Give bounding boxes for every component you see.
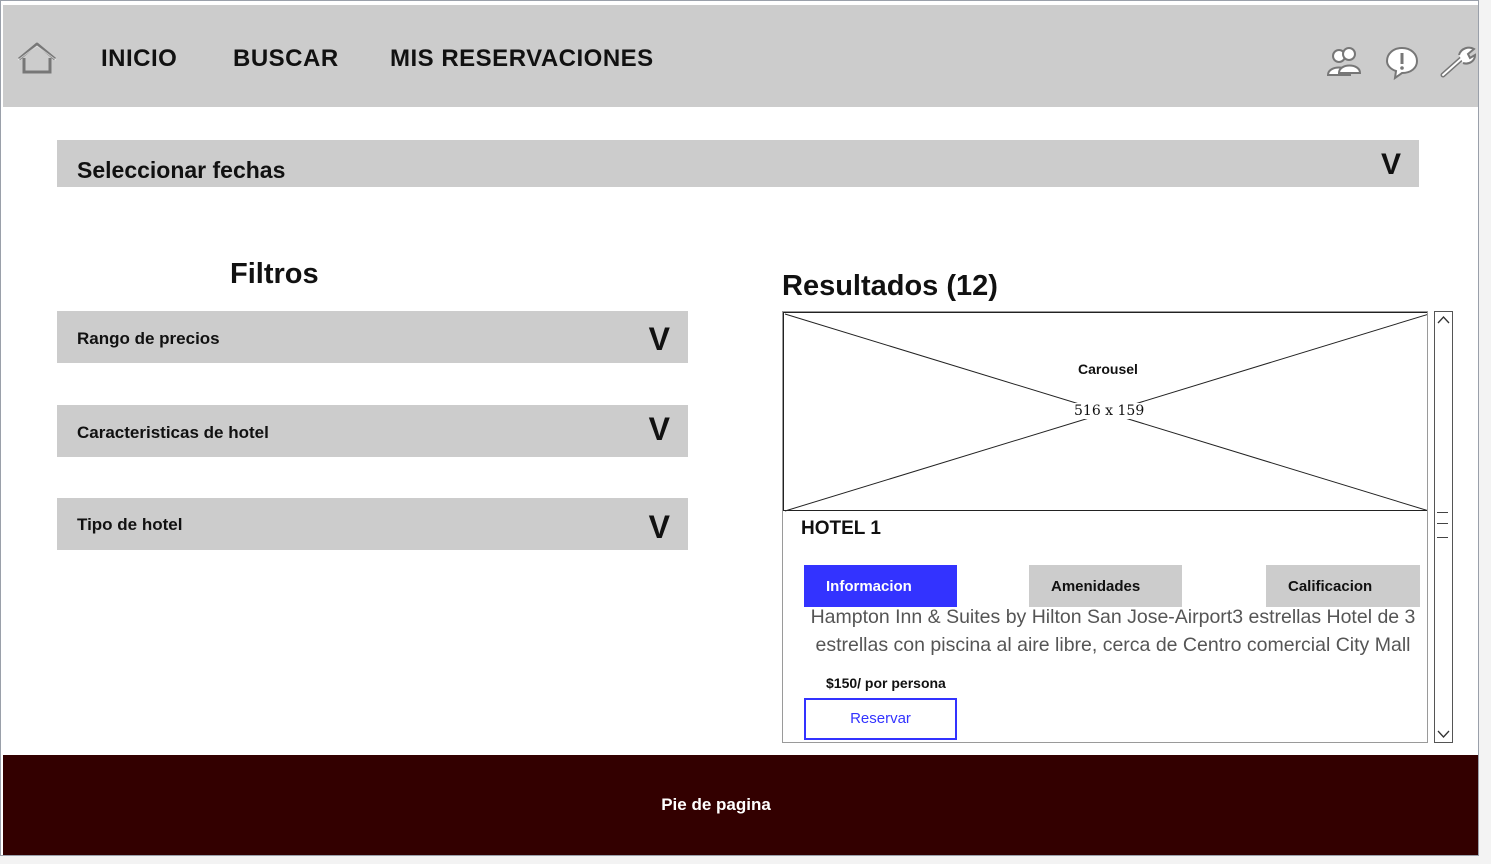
scroll-thumb[interactable] (1437, 510, 1448, 544)
chevron-down-icon[interactable]: V (649, 411, 670, 448)
filter-price-range[interactable]: Rango de precios V (57, 311, 688, 363)
nav-mis-reservaciones[interactable]: MIS RESERVACIONES (390, 45, 654, 73)
filters-title: Filtros (230, 258, 319, 290)
tab-label: Amenidades (1051, 578, 1141, 595)
filter-label: Rango de precios (77, 329, 220, 348)
footer-text: Pie de pagina (661, 795, 771, 814)
hotel-description: Hampton Inn & Suites by Hilton San Jose-… (810, 606, 1416, 656)
results-title: Resultados (12) (782, 270, 998, 302)
wrench-icon[interactable] (1439, 43, 1477, 81)
results-list: Carousel 516 x 159 HOTEL 1 Informacion A… (782, 311, 1428, 743)
carousel-label: Carousel (1078, 361, 1138, 377)
filter-hotel-features[interactable]: Caracteristicas de hotel V (57, 405, 688, 457)
date-selector[interactable]: Seleccionar fechas V (57, 140, 1419, 187)
nav-buscar[interactable]: BUSCAR (233, 45, 339, 73)
carousel-dimensions: 516 x 159 (1072, 403, 1147, 419)
scroll-up-icon[interactable] (1435, 312, 1452, 328)
filter-label: Caracteristicas de hotel (77, 423, 269, 442)
page-footer: Pie de pagina (3, 755, 1478, 855)
window-margin-bottom (0, 856, 1491, 864)
filter-hotel-type[interactable]: Tipo de hotel V (57, 498, 688, 550)
reserve-button[interactable]: Reservar (804, 698, 957, 740)
alert-icon[interactable] (1383, 43, 1421, 81)
nav-inicio[interactable]: INICIO (101, 45, 177, 73)
tab-amenidades[interactable]: Amenidades (1029, 565, 1182, 607)
date-selector-label: Seleccionar fechas (77, 157, 286, 183)
scroll-down-icon[interactable] (1435, 726, 1452, 742)
top-navigation-bar: INICIO BUSCAR MIS RESERVACIONES (3, 5, 1478, 107)
tab-label: Calificacion (1288, 578, 1373, 595)
chevron-down-icon[interactable]: V (649, 509, 670, 546)
hotel-price: $150/ por persona (826, 675, 946, 691)
window-margin-right (1479, 0, 1491, 864)
results-scrollbar[interactable] (1434, 311, 1453, 743)
image-carousel[interactable]: Carousel 516 x 159 (783, 312, 1427, 512)
filter-label: Tipo de hotel (77, 515, 183, 534)
tab-calificacion[interactable]: Calificacion (1266, 565, 1420, 607)
home-icon[interactable] (16, 41, 58, 77)
tab-informacion[interactable]: Informacion (804, 565, 957, 607)
tab-label: Informacion (826, 578, 912, 595)
chevron-down-icon[interactable]: V (1381, 148, 1401, 182)
users-icon[interactable] (1325, 43, 1363, 81)
chevron-down-icon[interactable]: V (649, 321, 670, 358)
hotel-name: HOTEL 1 (801, 518, 881, 539)
